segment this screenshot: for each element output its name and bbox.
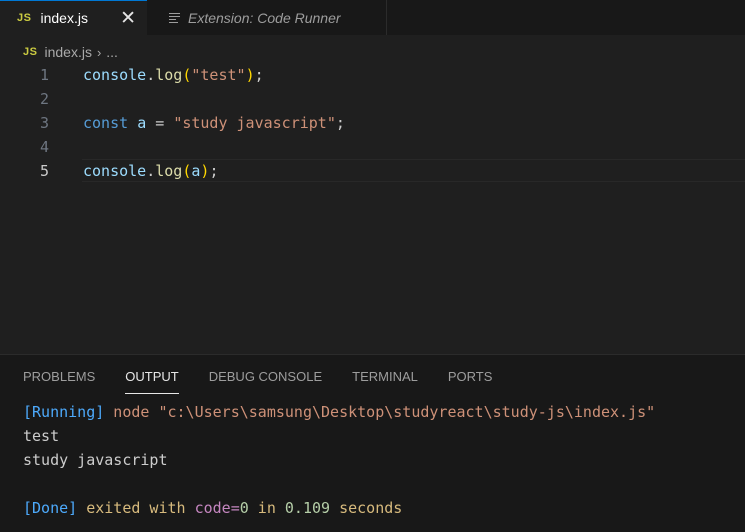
tab-terminal[interactable]: TERMINAL [352, 369, 418, 393]
code-text: console.log(a); [83, 160, 218, 183]
code-token: ; [335, 114, 345, 132]
output-done-line: [Done] exited with code=0 in 0.109 secon… [23, 496, 655, 520]
code-token: console [83, 162, 147, 180]
line-number: 5 [39, 162, 49, 180]
line-number: 4 [39, 138, 49, 156]
code-token: const [83, 114, 129, 132]
code-line[interactable]: 5 console.log(a); [0, 160, 745, 183]
code-token: . [146, 66, 156, 84]
javascript-file-icon: JS [17, 12, 32, 24]
done-code-label: code= [194, 499, 240, 517]
done-in: in [248, 499, 285, 517]
code-token: ; [254, 66, 264, 84]
code-line[interactable]: 1 console.log("test"); [0, 64, 745, 87]
editor-tab-bar: JS index.js ✕ Extension: Code Runner [0, 0, 745, 35]
code-text: const a = "study javascript"; [83, 112, 345, 135]
tab-extension-code-runner[interactable]: Extension: Code Runner [147, 0, 387, 35]
code-token: ) [245, 66, 255, 84]
code-line[interactable]: 2 [0, 88, 745, 111]
output-line: test [23, 427, 60, 445]
tab-ports[interactable]: PORTS [448, 369, 493, 393]
line-number: 1 [39, 66, 49, 84]
tab-index-js[interactable]: JS index.js ✕ [0, 0, 147, 35]
javascript-file-icon: JS [23, 46, 38, 58]
preview-icon [169, 11, 180, 25]
running-tag: [Running] [23, 403, 105, 421]
bottom-panel: PROBLEMS OUTPUT DEBUG CONSOLE TERMINAL P… [0, 354, 745, 532]
tab-output[interactable]: OUTPUT [125, 369, 179, 394]
code-editor[interactable]: 1 console.log("test"); 2 3 const a = "study … [0, 63, 745, 353]
tab-problems[interactable]: PROBLEMS [23, 369, 95, 393]
output-line: study javascript [23, 451, 168, 469]
output-log[interactable]: [Running] node "c:\Users\samsung\Desktop… [23, 400, 655, 520]
code-token: log [155, 162, 183, 180]
done-tag: [Done] [23, 499, 78, 517]
code-token: . [146, 162, 156, 180]
code-token: "test" [191, 66, 246, 84]
line-number: 2 [39, 90, 49, 108]
panel-tabs: PROBLEMS OUTPUT DEBUG CONSOLE TERMINAL P… [23, 369, 522, 394]
done-seconds: seconds [330, 499, 403, 517]
chevron-right-icon: › [96, 44, 102, 60]
breadcrumb-file[interactable]: index.js [44, 44, 91, 60]
close-icon[interactable]: ✕ [120, 9, 136, 28]
breadcrumb-more[interactable]: ... [106, 44, 118, 60]
code-text: console.log("test"); [83, 64, 264, 87]
done-code: 0 [239, 499, 249, 517]
done-time: 0.109 [284, 499, 331, 517]
code-token: "study javascript" [173, 114, 336, 132]
code-line[interactable]: 3 const a = "study javascript"; [0, 112, 745, 135]
done-text: exited with [77, 499, 195, 517]
code-token: ; [209, 162, 219, 180]
running-command: node "c:\Users\samsung\Desktop\studyreac… [104, 403, 656, 421]
line-number: 3 [39, 114, 49, 132]
code-token: a [137, 114, 147, 132]
breadcrumb: JS index.js › ... [23, 42, 118, 62]
tab-label: Extension: Code Runner [188, 9, 341, 26]
output-blank-line [23, 472, 655, 496]
tab-debug-console[interactable]: DEBUG CONSOLE [209, 369, 322, 393]
code-token: = [146, 114, 174, 132]
code-token: log [155, 66, 183, 84]
code-line[interactable]: 4 [0, 136, 745, 159]
code-token: console [83, 66, 147, 84]
output-running-line: [Running] node "c:\Users\samsung\Desktop… [23, 400, 655, 424]
tab-label: index.js [40, 10, 88, 26]
